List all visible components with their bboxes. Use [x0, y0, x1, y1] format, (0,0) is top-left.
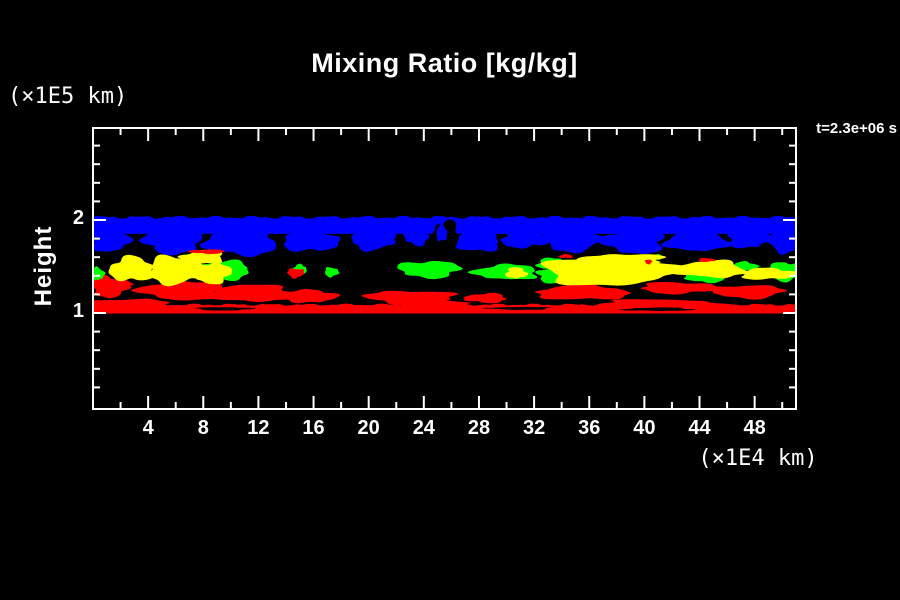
x-tick-label-20: 20 — [347, 417, 391, 440]
x-tick-label-16: 16 — [292, 417, 336, 440]
contour-blob-red — [536, 283, 631, 299]
contour-blob-green — [325, 267, 339, 278]
x-tick-label-28: 28 — [457, 417, 501, 440]
contour-blob-red — [287, 268, 304, 279]
x-tick-label-4: 4 — [126, 417, 170, 440]
contour-plot-svg — [0, 0, 900, 600]
contour-blob-yellow — [190, 263, 232, 285]
plot-window: Mixing Ratio [kg/kg] (×1E5 km) t=2.3e+06… — [0, 0, 900, 600]
contour-blob-red — [558, 254, 573, 258]
x-tick-label-8: 8 — [181, 417, 225, 440]
contour-blob-yellow — [109, 255, 155, 281]
x-tick-label-24: 24 — [402, 417, 446, 440]
contour-blob-red — [287, 289, 341, 303]
x-tick-label-48: 48 — [733, 417, 777, 440]
contour-blob-red — [709, 285, 787, 300]
y-tick-label-1: 1 — [40, 300, 84, 323]
x-tick-label-36: 36 — [567, 417, 611, 440]
contour-blob-green — [468, 264, 538, 280]
contour-blob-yellow — [670, 260, 747, 279]
contour-blob-green — [397, 261, 462, 279]
x-tick-label-32: 32 — [512, 417, 556, 440]
y-tick-label-2: 2 — [40, 207, 84, 230]
contour-blob-red — [464, 293, 507, 303]
x-tick-label-40: 40 — [622, 417, 666, 440]
x-tick-label-12: 12 — [236, 417, 280, 440]
x-tick-label-44: 44 — [678, 417, 722, 440]
